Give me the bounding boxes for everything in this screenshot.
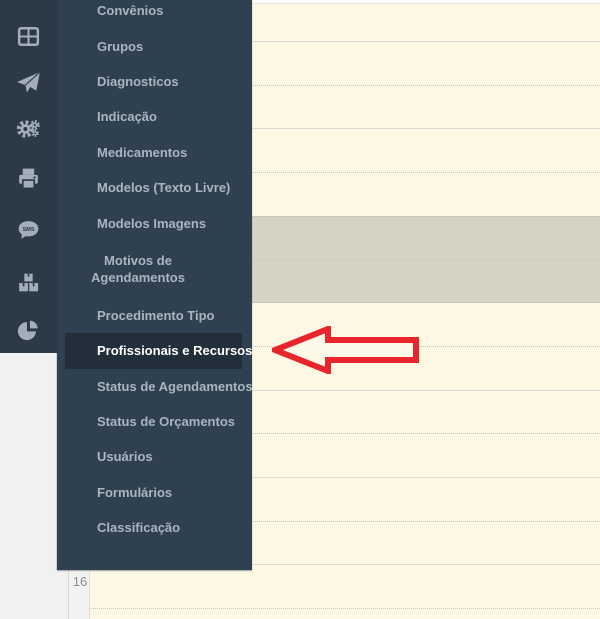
pie-chart-icon[interactable] — [15, 317, 42, 344]
menu-item-formularios[interactable]: Formulários — [57, 475, 252, 510]
menu-item-modelos-imagens[interactable]: Modelos Imagens — [57, 205, 252, 240]
menu-item-status-de-agendamentos[interactable]: Status de Agendamentos — [57, 369, 252, 404]
svg-text:SMS: SMS — [22, 227, 34, 233]
printer-icon[interactable] — [15, 165, 42, 192]
menu-item-medicamentos[interactable]: Medicamentos — [57, 135, 252, 170]
half-hour-grid-line — [68, 608, 600, 609]
paper-plane-icon[interactable] — [15, 69, 42, 96]
table-icon[interactable] — [15, 23, 42, 50]
settings-submenu: ConvêniosGruposDiagnosticosIndicaçãoMedi… — [57, 0, 252, 570]
submenu-list: ConvêniosGruposDiagnosticosIndicaçãoMedi… — [57, 0, 252, 545]
menu-item-classificacao[interactable]: Classificação — [57, 510, 252, 545]
annotation-arrow-left-icon — [272, 326, 420, 374]
menu-item-diagnosticos[interactable]: Diagnosticos — [57, 64, 252, 99]
menu-item-grupos[interactable]: Grupos — [57, 28, 252, 63]
menu-item-procedimento-tipo[interactable]: Procedimento Tipo — [57, 298, 252, 333]
hour-label: 16 — [69, 574, 91, 589]
boxes-icon[interactable] — [15, 269, 42, 296]
menu-item-label: Motivos de — [82, 252, 194, 270]
menu-item-profissionais-e-recursos[interactable]: Profissionais e Recursos — [65, 333, 242, 368]
menu-item-indicacao[interactable]: Indicação — [57, 99, 252, 134]
app-root: 16 ConvêniosGruposDiagnosticosIndicaçãoM… — [0, 0, 600, 619]
menu-item-modelos-texto-livre[interactable]: Modelos (Texto Livre) — [57, 170, 252, 205]
menu-item-label: Agendamentos — [82, 269, 194, 287]
menu-item-convenios[interactable]: Convênios — [57, 0, 252, 28]
icon-sidebar: SMS — [0, 0, 57, 353]
menu-item-usuarios[interactable]: Usuários — [57, 439, 252, 474]
sms-comment-icon[interactable]: SMS — [15, 217, 42, 244]
gears-icon[interactable] — [15, 115, 42, 142]
menu-item-motivos-de-agendamentos[interactable]: Motivos deAgendamentos — [57, 241, 252, 298]
menu-item-status-de-orcamentos[interactable]: Status de Orçamentos — [57, 404, 252, 439]
